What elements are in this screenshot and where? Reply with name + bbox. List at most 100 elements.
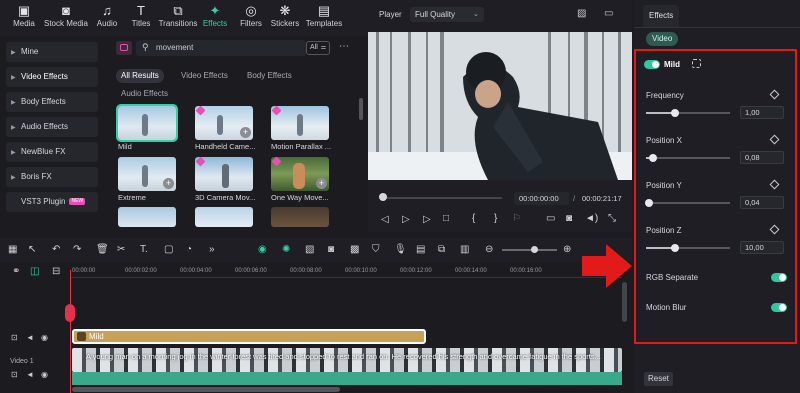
position-x-value[interactable]: 0,08 xyxy=(740,151,784,164)
track-mute-icon[interactable]: ◄ xyxy=(26,370,34,379)
track-eye-icon[interactable]: ◉ xyxy=(41,333,48,342)
stock-media-tab[interactable]: ◙ Stock Media xyxy=(40,4,92,29)
crop-icon[interactable]: ▢ xyxy=(164,244,173,255)
library-scrollbar[interactable] xyxy=(359,98,363,120)
volume-icon[interactable]: ◄) xyxy=(585,213,598,224)
category-body-effects[interactable]: ▶ Body Effects xyxy=(6,92,98,112)
position-y-slider[interactable] xyxy=(645,199,730,207)
keyframe-icon[interactable] xyxy=(769,89,780,100)
speed-icon[interactable]: ◔ xyxy=(186,244,192,255)
playhead-knob[interactable] xyxy=(379,193,387,201)
category-audio-effects[interactable]: ▶ Audio Effects xyxy=(6,117,98,137)
display-icon[interactable]: ▭ xyxy=(546,213,555,224)
undo-icon[interactable]: ↶ xyxy=(52,244,60,255)
zoom-in-icon[interactable]: ⊕ xyxy=(563,244,571,255)
arrange-icon[interactable]: ▥ xyxy=(460,244,469,255)
subtitle-icon[interactable]: ▤ xyxy=(416,244,425,255)
effect-thumb-mild[interactable] xyxy=(116,104,178,142)
snap-icon[interactable]: ◫ xyxy=(30,266,39,277)
sun-icon[interactable]: ✺ xyxy=(282,244,290,255)
camera-track-icon[interactable]: ◙ xyxy=(328,244,334,255)
filter-dropdown[interactable]: All ⚌ xyxy=(306,41,330,55)
category-vst3-plugin[interactable]: VST3 Plugin NEW xyxy=(6,192,98,212)
zoom-knob[interactable] xyxy=(531,246,538,253)
track-lock-icon[interactable]: ⊡ xyxy=(11,370,18,379)
camera-icon[interactable]: ◙ xyxy=(566,213,572,224)
microphone-icon[interactable]: 🎙 xyxy=(394,244,407,255)
rgb-separate-toggle[interactable] xyxy=(771,273,787,282)
playback-progress[interactable] xyxy=(382,197,502,199)
text-tool-icon[interactable]: T. xyxy=(140,244,148,255)
frequency-slider[interactable] xyxy=(646,109,730,117)
tab-audio-effects[interactable]: Audio Effects xyxy=(116,87,173,101)
zoom-out-icon[interactable]: ⊖ xyxy=(485,244,493,255)
category-boris-fx[interactable]: ▶ Boris FX xyxy=(6,167,98,187)
video-clip[interactable]: A young man on a morning jog in the wint… xyxy=(72,348,622,372)
video-preview[interactable] xyxy=(368,32,632,180)
image-track-icon[interactable]: ▩ xyxy=(350,244,359,255)
expand-icon[interactable]: ⤡ xyxy=(608,213,616,224)
position-z-value[interactable]: 10,00 xyxy=(740,241,784,254)
fullscreen-icon[interactable]: ▭ xyxy=(604,8,613,19)
ai-icon[interactable]: ◉ xyxy=(258,244,267,255)
effect-thumb[interactable] xyxy=(195,207,253,227)
step-play-icon[interactable]: ▷ xyxy=(402,214,410,225)
redo-icon[interactable]: ↷ xyxy=(73,244,81,255)
effect-settings-icon[interactable] xyxy=(692,59,701,68)
audio-tab[interactable]: ♫ Audio xyxy=(90,4,124,29)
effect-clip-mild[interactable]: Mild xyxy=(72,329,426,344)
more-options-icon[interactable]: ⋯ xyxy=(339,41,349,52)
effect-thumb-3d-camera-movement[interactable] xyxy=(195,157,253,191)
position-z-slider[interactable] xyxy=(646,244,730,252)
templates-tab[interactable]: ▤ Templates xyxy=(304,4,344,29)
tab-body-effects[interactable]: Body Effects xyxy=(242,69,297,83)
position-y-value[interactable]: 0,04 xyxy=(740,196,784,209)
quality-dropdown[interactable]: Full Quality ⌄ xyxy=(410,7,484,22)
position-x-slider[interactable] xyxy=(646,154,730,162)
effect-thumb[interactable] xyxy=(271,207,329,227)
more-tools-icon[interactable]: » xyxy=(209,244,215,255)
keyframe-icon[interactable] xyxy=(769,134,780,145)
search-input[interactable]: ⚲ movement xyxy=(136,40,306,56)
tab-effects[interactable]: Effects xyxy=(643,5,680,27)
category-newblue-fx[interactable]: ▶ NewBlue FX xyxy=(6,142,98,162)
link-icon[interactable]: ⚭ xyxy=(12,266,20,277)
effect-enable-toggle[interactable] xyxy=(644,60,660,69)
playhead-handle[interactable] xyxy=(65,304,75,322)
cut-icon[interactable]: ✂ xyxy=(117,244,125,255)
select-tool-icon[interactable]: ↖ xyxy=(28,244,36,255)
transitions-tab[interactable]: ⧉ Transitions xyxy=(158,4,198,29)
keyframe-icon[interactable] xyxy=(769,179,780,190)
effect-thumb-handheld-camera[interactable]: + xyxy=(195,106,253,140)
grid-icon[interactable]: ▦ xyxy=(8,244,17,255)
effect-thumb-extreme[interactable]: + xyxy=(118,157,176,191)
track-eye-icon[interactable]: ◉ xyxy=(41,370,48,379)
motion-blur-toggle[interactable] xyxy=(771,303,787,312)
timeline-playhead[interactable] xyxy=(70,270,71,393)
add-icon[interactable]: + xyxy=(316,178,327,189)
premium-icon[interactable] xyxy=(116,41,132,55)
category-video-effects[interactable]: ▶ Video Effects xyxy=(6,67,98,87)
effect-thumb-one-way-movement[interactable]: + xyxy=(271,157,329,191)
titles-tab[interactable]: T Titles xyxy=(124,4,158,29)
mark-out-icon[interactable]: } xyxy=(494,213,497,224)
frequency-value[interactable]: 1,00 xyxy=(740,106,784,119)
shield-icon[interactable]: ⛉ xyxy=(372,244,380,255)
snapshot-icon[interactable]: ▨ xyxy=(577,8,586,19)
keyframe-icon[interactable] xyxy=(769,224,780,235)
media-tab[interactable]: ▣ Media xyxy=(7,4,41,29)
audio-track-icon[interactable]: ▧ xyxy=(305,244,314,255)
timeline-ruler[interactable]: 00:00:00 00:00:02:00 00:00:04:00 00:00:0… xyxy=(70,264,622,278)
track-mute-icon[interactable]: ◄ xyxy=(26,333,34,342)
current-time-field[interactable]: 00:00:00:00 xyxy=(514,192,569,205)
reset-button[interactable]: Reset xyxy=(644,372,673,386)
delete-icon[interactable]: 🗑 xyxy=(96,244,109,255)
effects-tab[interactable]: ✦ Effects xyxy=(198,4,232,29)
timeline-scrollbar[interactable] xyxy=(72,387,340,392)
prev-frame-icon[interactable]: ◁ xyxy=(381,214,389,225)
layers-icon[interactable]: ⧉ xyxy=(438,244,445,255)
add-icon[interactable]: + xyxy=(240,127,251,138)
mark-in-icon[interactable]: { xyxy=(472,213,475,224)
zoom-slider[interactable] xyxy=(502,249,557,251)
effect-thumb-motion-parallax[interactable] xyxy=(271,106,329,140)
